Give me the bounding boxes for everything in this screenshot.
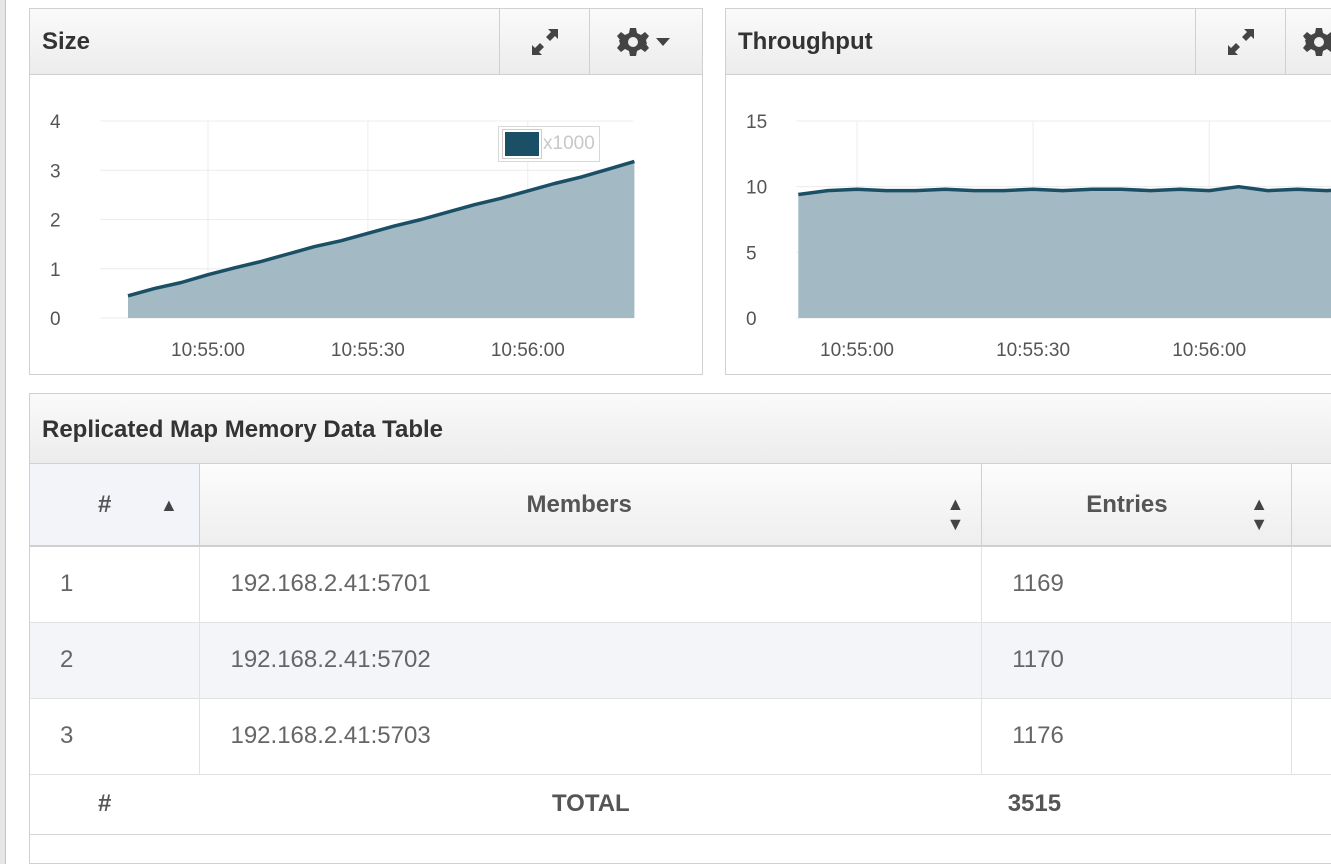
y-tick-label: 4 [50, 112, 61, 133]
row-member: 192.168.2.41:5703 [199, 698, 983, 775]
table-title: Replicated Map Memory Data Table [42, 416, 443, 443]
y-tick-label: 10 [746, 178, 767, 199]
gear-icon [1303, 27, 1331, 56]
legend-swatch [502, 129, 542, 159]
y-tick-label: 2 [50, 211, 61, 232]
throughput-panel-title: Throughput [738, 28, 873, 55]
size-settings-button[interactable] [589, 9, 702, 74]
row-number: 2 [30, 622, 201, 699]
y-tick-label: 3 [50, 161, 61, 182]
table-row[interactable]: 3 192.168.2.41:5703 1176 [30, 698, 1331, 775]
legend-label: x1000 [543, 133, 595, 154]
x-tick-label: 10:56:00 [491, 340, 565, 361]
x-tick-label: 10:55:00 [171, 340, 245, 361]
size-area-chart: 0 1 2 3 4 10:55:00 10:55:30 10:56:00 [50, 112, 635, 361]
column-label: # [98, 491, 112, 518]
throughput-expand-button[interactable] [1195, 9, 1285, 74]
size-chart-panel: Size 0 1 2 3 4 10:55:00 10:55:30 10:56:00 x1000 [29, 8, 703, 375]
series-area [798, 186, 1331, 318]
memory-data-table: # ▲ Members ▲ ▼ Entries ▲ ▼ 1 192.168.2.41… [30, 464, 1331, 835]
y-tick-label: 15 [746, 112, 767, 133]
size-expand-button[interactable] [499, 9, 589, 74]
sort-ascending-icon: ▲ [160, 495, 178, 515]
x-tick-label: 10:55:30 [331, 340, 405, 361]
y-tick-label: 5 [746, 243, 757, 264]
row-entries: 1176 [981, 698, 1292, 775]
x-tick-label: 10:56:00 [1172, 340, 1246, 361]
sort-both-icon: ▲ ▼ [1250, 494, 1269, 534]
throughput-settings-button[interactable] [1285, 9, 1331, 74]
throughput-area-chart: 0 5 10 15 10:55:00 10:55:30 10:56:00 [746, 112, 1331, 361]
size-legend: x1000 [498, 126, 600, 162]
total-entries: 3515 [981, 774, 1292, 835]
table-header-bar: Replicated Map Memory Data Table [30, 394, 1331, 464]
total-number: # [30, 774, 200, 835]
table-row[interactable]: 2 192.168.2.41:5702 1170 [30, 622, 1331, 699]
row-extra [1291, 698, 1331, 775]
y-tick-label: 0 [746, 309, 757, 330]
throughput-panel-header: Throughput [726, 9, 1331, 75]
column-header-members[interactable]: Members ▲ ▼ [199, 464, 983, 547]
expand-arrows-icon [531, 28, 558, 55]
column-header-entries[interactable]: Entries ▲ ▼ [981, 464, 1292, 547]
y-tick-label: 0 [50, 309, 61, 330]
row-extra [1291, 546, 1331, 623]
row-number: 3 [30, 698, 201, 775]
data-table-panel: Replicated Map Memory Data Table # ▲ Mem… [29, 393, 1331, 864]
gear-dropdown-icon [617, 27, 670, 56]
expand-arrows-icon [1227, 28, 1254, 55]
x-tick-label: 10:55:30 [996, 340, 1070, 361]
series-area [128, 161, 635, 318]
y-tick-label: 1 [50, 260, 61, 281]
row-entries: 1169 [981, 546, 1292, 623]
sort-both-icon: ▲ ▼ [946, 494, 965, 534]
total-label: TOTAL [199, 774, 982, 835]
column-header-number[interactable]: # ▲ [30, 464, 201, 547]
row-member: 192.168.2.41:5702 [199, 622, 983, 699]
throughput-chart-panel: Throughput 0 5 10 15 10:55:00 10:55:30 10:56:0… [725, 8, 1331, 375]
x-tick-label: 10:55:00 [820, 340, 894, 361]
table-row[interactable]: 1 192.168.2.41:5701 1169 [30, 546, 1331, 623]
size-panel-title: Size [42, 28, 91, 55]
row-entries: 1170 [981, 622, 1292, 699]
column-label: Entries [1086, 491, 1168, 518]
row-member: 192.168.2.41:5701 [199, 546, 983, 623]
size-panel-header: Size [30, 9, 702, 75]
sidebar-edge [0, 0, 6, 864]
table-total-row: # TOTAL 3515 [30, 774, 1331, 835]
row-extra [1291, 622, 1331, 699]
total-extra [1291, 774, 1331, 835]
row-number: 1 [30, 546, 201, 623]
column-label: Members [526, 491, 632, 518]
column-header-extra [1291, 464, 1331, 547]
